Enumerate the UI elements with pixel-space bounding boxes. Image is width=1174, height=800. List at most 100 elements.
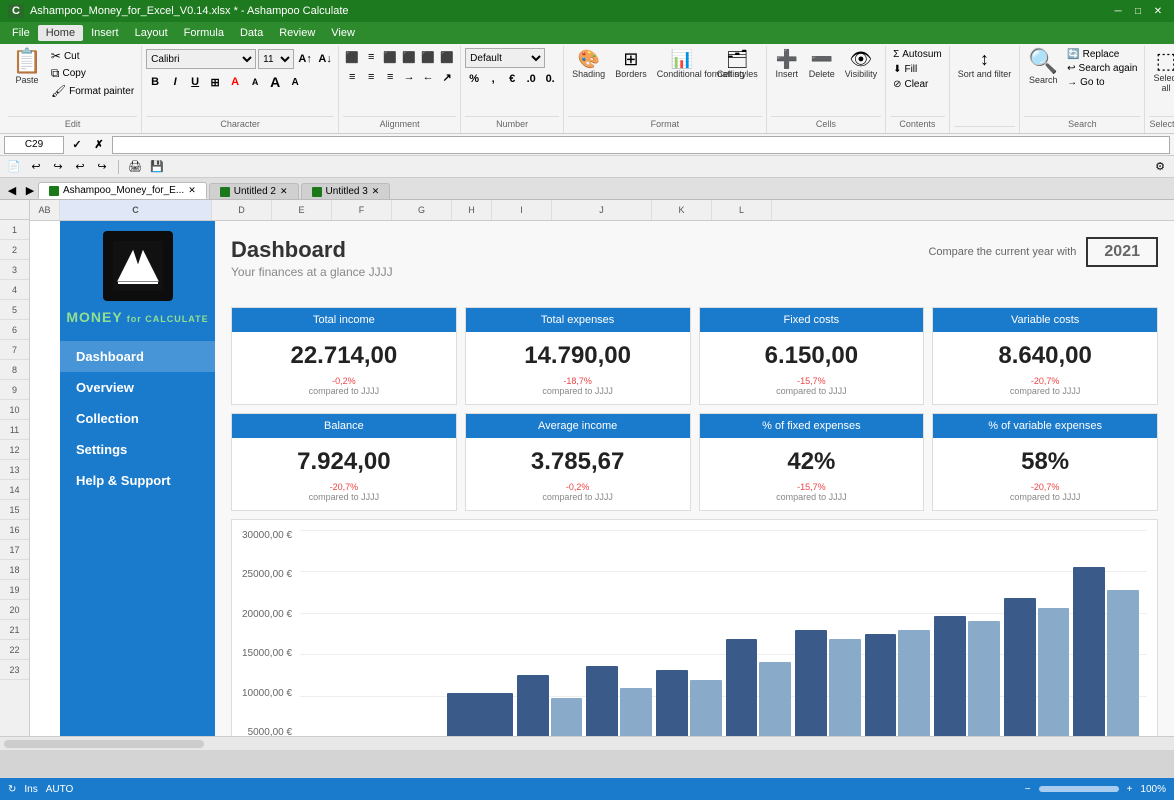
align-top-left-button[interactable]: ⬛ bbox=[343, 48, 361, 66]
prev-tab-button[interactable]: ◀ bbox=[4, 181, 20, 199]
menu-formula[interactable]: Formula bbox=[176, 25, 232, 41]
font-size-select[interactable]: 11 bbox=[258, 49, 294, 69]
clear-button[interactable]: ⊘ Clear bbox=[890, 78, 931, 91]
font-family-select[interactable]: Calibri bbox=[146, 49, 256, 69]
wrap-text-button[interactable]: ⬛ bbox=[400, 48, 418, 66]
undo-button[interactable]: ↩ bbox=[26, 158, 46, 176]
cut-button[interactable]: ✂ Cut bbox=[48, 48, 137, 64]
bar-dark-10 bbox=[1004, 598, 1036, 736]
maximize-button[interactable]: □ bbox=[1130, 3, 1146, 19]
menu-insert[interactable]: Insert bbox=[83, 25, 127, 41]
decrease-font-button[interactable]: A↓ bbox=[316, 50, 334, 68]
statusbar-right: − + 100% bbox=[1025, 784, 1166, 795]
cancel-formula-button[interactable]: ✗ bbox=[90, 136, 108, 154]
formula-input[interactable] bbox=[112, 136, 1170, 154]
horizontal-scrollbar[interactable] bbox=[4, 740, 204, 748]
delete-button[interactable]: ➖ Delete bbox=[805, 48, 839, 81]
sidebar-item-overview[interactable]: Overview bbox=[60, 372, 215, 403]
thousands-button[interactable]: , bbox=[484, 70, 502, 88]
menu-review[interactable]: Review bbox=[271, 25, 323, 41]
tab-sheet-3-close[interactable]: ✕ bbox=[372, 186, 380, 197]
shading-button[interactable]: 🎨 Shading bbox=[568, 48, 609, 81]
new-button[interactable]: 📄 bbox=[4, 158, 24, 176]
increase-font-button[interactable]: A↑ bbox=[296, 50, 314, 68]
menu-view[interactable]: View bbox=[323, 25, 363, 41]
fill-button[interactable]: ⬇ Fill bbox=[890, 63, 920, 76]
menu-data[interactable]: Data bbox=[232, 25, 271, 41]
delete-icon: ➖ bbox=[811, 50, 833, 68]
sort-filter-button[interactable]: ↕ Sort and filter bbox=[954, 48, 1016, 81]
year-box[interactable]: 2021 bbox=[1086, 237, 1158, 267]
tab-sheet-2-close[interactable]: ✕ bbox=[280, 186, 288, 197]
select-all-button[interactable]: ⬚ Selectall bbox=[1149, 48, 1174, 95]
kpi-total-expenses-change: -18,7% bbox=[470, 376, 686, 386]
print-preview-button[interactable]: 🖨 bbox=[125, 158, 145, 176]
autosum-button[interactable]: Σ Autosum bbox=[890, 48, 945, 61]
minimize-button[interactable]: ─ bbox=[1110, 3, 1126, 19]
percent-button[interactable]: % bbox=[465, 70, 483, 88]
align-top-center-button[interactable]: ≡ bbox=[362, 48, 380, 66]
tab-sheet-3[interactable]: Untitled 3 ✕ bbox=[301, 183, 391, 199]
underline-button[interactable]: U bbox=[186, 73, 204, 91]
borders-button[interactable]: ⊞ Borders bbox=[611, 48, 651, 81]
large-a-button[interactable]: A bbox=[266, 73, 284, 91]
decrease-decimal-button[interactable]: 0. bbox=[541, 70, 559, 88]
toolbar-settings-button[interactable]: ⚙ bbox=[1150, 158, 1170, 176]
sidebar-item-settings[interactable]: Settings bbox=[60, 434, 215, 465]
search-again-button[interactable]: ↩ Search again bbox=[1064, 62, 1140, 75]
sidebar-item-collection[interactable]: Collection bbox=[60, 403, 215, 434]
small-a-button[interactable]: A bbox=[286, 73, 304, 91]
indent-button[interactable]: → bbox=[400, 68, 418, 86]
align-top-right-button[interactable]: ⬛ bbox=[381, 48, 399, 66]
increase-decimal-button[interactable]: .0 bbox=[522, 70, 540, 88]
contents-group-content: Σ Autosum ⬇ Fill ⊘ Clear bbox=[890, 48, 945, 114]
zoom-minus-icon[interactable]: − bbox=[1025, 784, 1031, 795]
copy-button[interactable]: ⧉ Copy bbox=[48, 65, 137, 82]
zoom-plus-icon[interactable]: + bbox=[1127, 784, 1133, 795]
align-left-button[interactable]: ≡ bbox=[343, 68, 361, 86]
tab-sheet-1[interactable]: Ashampoo_Money_for_E... ✕ bbox=[38, 182, 207, 199]
merge-button[interactable]: ⬛ bbox=[419, 48, 437, 66]
bar-group-7 bbox=[795, 630, 861, 736]
align-right-button[interactable]: ≡ bbox=[381, 68, 399, 86]
format-painter-button[interactable]: 🖌 Format painter bbox=[48, 83, 137, 99]
merge-down-button[interactable]: ⬛ bbox=[438, 48, 456, 66]
conditional-formatting-button[interactable]: 📊 Conditional formatting bbox=[653, 48, 711, 81]
border-button[interactable]: ⊞ bbox=[206, 73, 224, 91]
sort-group-label bbox=[954, 126, 1016, 131]
tab-sheet-2[interactable]: Untitled 2 ✕ bbox=[209, 183, 299, 199]
zoom-slider[interactable] bbox=[1039, 786, 1119, 792]
redo-button[interactable]: ↪ bbox=[48, 158, 68, 176]
italic-button[interactable]: I bbox=[166, 73, 184, 91]
menu-layout[interactable]: Layout bbox=[127, 25, 176, 41]
number-format-select[interactable]: Default bbox=[465, 48, 545, 68]
close-button[interactable]: ✕ bbox=[1150, 3, 1166, 19]
undo2-button[interactable]: ↩ bbox=[70, 158, 90, 176]
visibility-button[interactable]: 👁 Visibility bbox=[841, 48, 881, 81]
outdent-button[interactable]: ← bbox=[419, 68, 437, 86]
save-button[interactable]: 💾 bbox=[147, 158, 167, 176]
sidebar-item-dashboard[interactable]: Dashboard bbox=[60, 341, 215, 372]
tab-sheet-1-close[interactable]: ✕ bbox=[188, 185, 196, 196]
goto-button[interactable]: → Go to bbox=[1064, 76, 1140, 89]
insert-button[interactable]: ➕ Insert bbox=[771, 48, 803, 81]
accept-button[interactable]: ✓ bbox=[68, 136, 86, 154]
next-tab-button[interactable]: ▶ bbox=[22, 181, 38, 199]
rotate-button[interactable]: ↗ bbox=[438, 68, 456, 86]
menu-file[interactable]: File bbox=[4, 25, 38, 41]
kpi-avg-income-change: -0,2% bbox=[470, 482, 686, 492]
currency-button[interactable]: € bbox=[503, 70, 521, 88]
search-button[interactable]: 🔍 Search bbox=[1024, 48, 1062, 87]
cell-styles-button[interactable]: 🗂 Cell styles bbox=[713, 48, 762, 81]
paste-button[interactable]: 📋 Paste bbox=[8, 48, 46, 87]
highlight-button[interactable]: A bbox=[246, 73, 264, 91]
bold-button[interactable]: B bbox=[146, 73, 164, 91]
replace-button[interactable]: 🔄 Replace bbox=[1064, 48, 1140, 61]
font-color-button[interactable]: A bbox=[226, 73, 244, 91]
align-center-button[interactable]: ≡ bbox=[362, 68, 380, 86]
sidebar-item-help[interactable]: Help & Support bbox=[60, 465, 215, 496]
cell-reference-input[interactable] bbox=[4, 136, 64, 154]
sidebar-brand: MONEY for CALCULATE bbox=[66, 309, 208, 325]
menu-home[interactable]: Home bbox=[38, 25, 83, 41]
redo2-button[interactable]: ↪ bbox=[92, 158, 112, 176]
